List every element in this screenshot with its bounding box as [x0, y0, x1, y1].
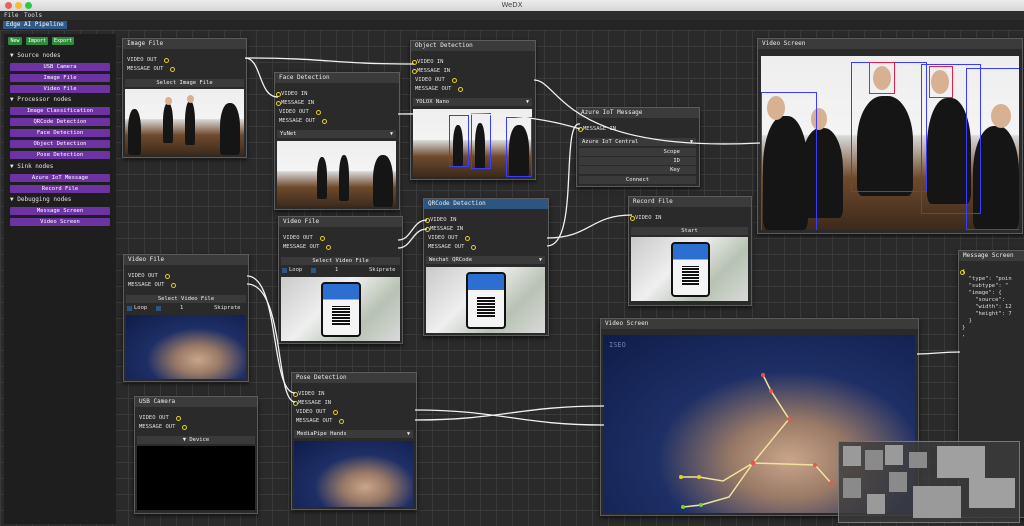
node-links: [244, 57, 961, 426]
